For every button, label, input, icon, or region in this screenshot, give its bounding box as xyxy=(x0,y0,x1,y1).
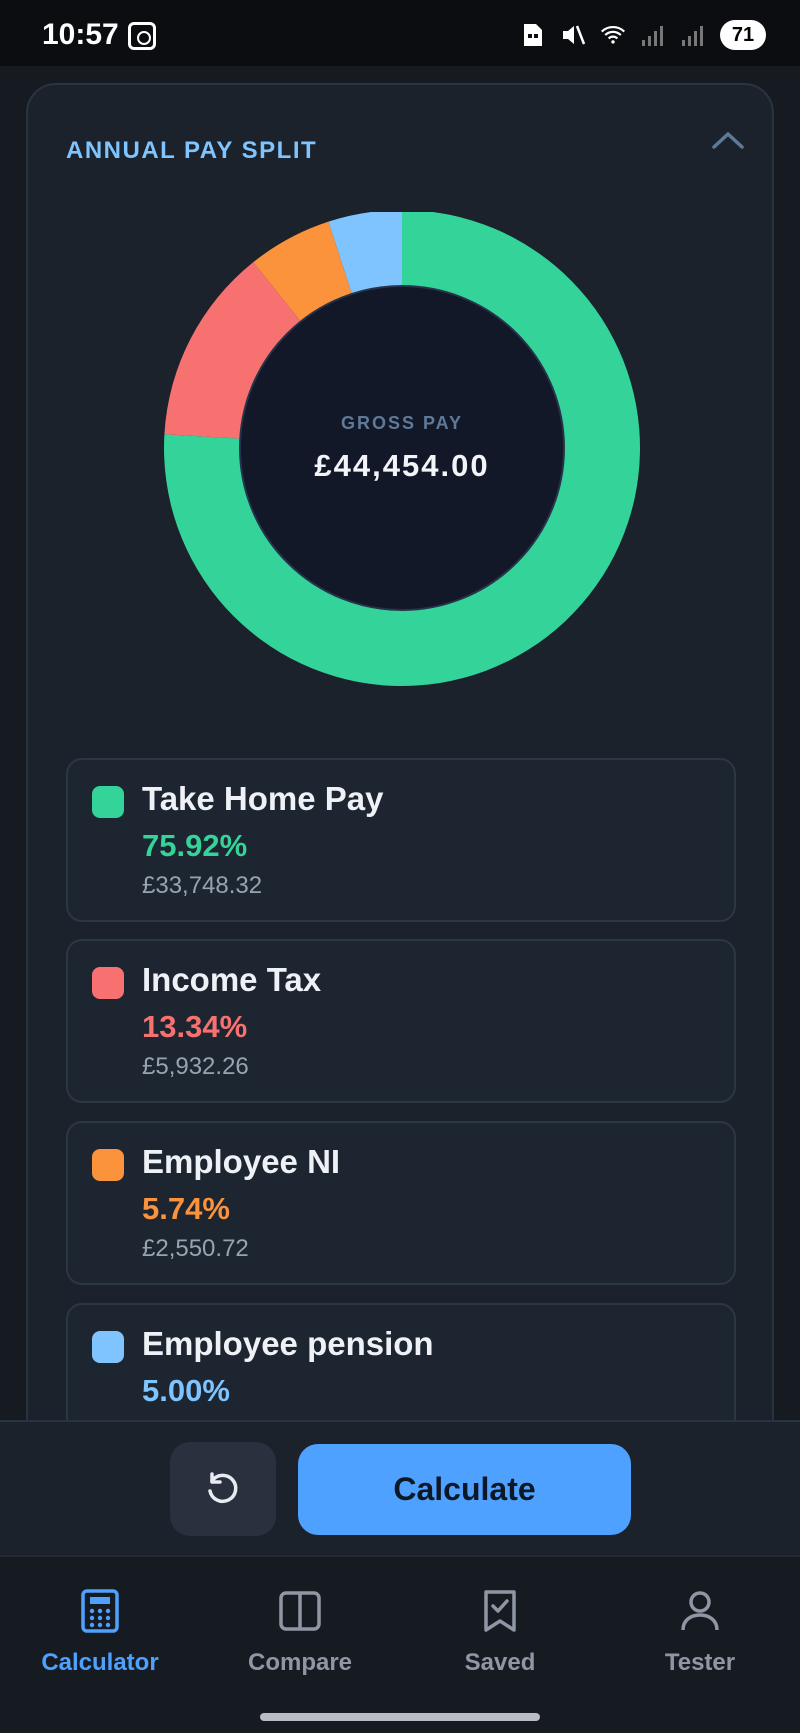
wifi-icon xyxy=(600,22,626,48)
bookmark-check-icon xyxy=(476,1587,524,1635)
legend-percent: 5.00% xyxy=(142,1373,230,1408)
legend-name: Employee pension xyxy=(142,1325,434,1362)
status-time: 10:57 xyxy=(42,18,119,51)
legend-item-take-home: Take Home Pay 75.92% £33,748.32 xyxy=(66,758,736,922)
gross-pay-label: GROSS PAY xyxy=(340,412,464,433)
battery-indicator: 71 xyxy=(720,20,766,50)
nav-tester[interactable]: Tester xyxy=(600,1587,800,1677)
nav-label: Saved xyxy=(464,1649,536,1676)
nav-saved[interactable]: Saved xyxy=(400,1587,600,1677)
mute-icon xyxy=(560,22,586,48)
gross-pay-value: £44,454.00 xyxy=(314,447,490,483)
chevron-up-icon xyxy=(712,132,744,149)
action-bar: Calculate xyxy=(0,1420,800,1555)
reset-icon xyxy=(208,1472,238,1504)
legend-item-employee-ni: Employee NI 5.74% £2,550.72 xyxy=(66,1121,736,1285)
legend-swatch xyxy=(92,967,124,999)
user-icon xyxy=(676,1587,724,1635)
legend-swatch xyxy=(92,786,124,818)
home-indicator[interactable] xyxy=(260,1713,540,1721)
pay-split-card: ANNUAL PAY SPLIT GROSS PAY £44,454.00 Ta… xyxy=(26,83,774,1420)
donut-chart: GROSS PAY £44,454.00 xyxy=(164,210,640,688)
calculator-icon xyxy=(76,1587,124,1635)
screen-record-icon xyxy=(128,22,156,50)
collapse-button[interactable] xyxy=(708,125,748,155)
donut-center: GROSS PAY £44,454.00 xyxy=(242,288,562,608)
compare-icon xyxy=(276,1587,324,1635)
legend-swatch xyxy=(92,1331,124,1363)
legend-name: Income Tax xyxy=(142,961,322,998)
card-title: ANNUAL PAY SPLIT xyxy=(66,137,318,164)
legend-item-income-tax: Income Tax 13.34% £5,932.26 xyxy=(66,939,736,1103)
legend-amount: £2,550.72 xyxy=(142,1235,249,1262)
nav-label: Calculator xyxy=(41,1649,159,1676)
reset-button[interactable] xyxy=(170,1442,276,1536)
legend-item-employee-pension: Employee pension 5.00% xyxy=(66,1303,736,1420)
signal-icon xyxy=(640,22,666,48)
nav-label: Compare xyxy=(247,1649,353,1676)
legend-name: Take Home Pay xyxy=(142,780,384,817)
calculate-button[interactable]: Calculate xyxy=(298,1444,631,1535)
legend-percent: 5.74% xyxy=(142,1191,230,1226)
legend-amount: £33,748.32 xyxy=(142,872,263,899)
bottom-nav: Calculator Compare Saved Tester xyxy=(0,1555,800,1733)
content-area[interactable]: ANNUAL PAY SPLIT GROSS PAY £44,454.00 Ta… xyxy=(0,66,800,1420)
legend-name: Employee NI xyxy=(142,1143,341,1180)
status-icons: 71 xyxy=(520,20,766,50)
status-bar: 10:57 71 xyxy=(0,0,800,66)
legend-amount: £5,932.26 xyxy=(142,1053,249,1080)
nav-compare[interactable]: Compare xyxy=(200,1587,400,1677)
signal-icon-2 xyxy=(680,22,706,48)
nav-label: Tester xyxy=(664,1649,736,1676)
legend-swatch xyxy=(92,1149,124,1181)
sim-icon xyxy=(520,22,546,48)
legend-percent: 75.92% xyxy=(142,828,248,863)
nav-calculator[interactable]: Calculator xyxy=(0,1587,200,1677)
legend-percent: 13.34% xyxy=(142,1009,248,1044)
